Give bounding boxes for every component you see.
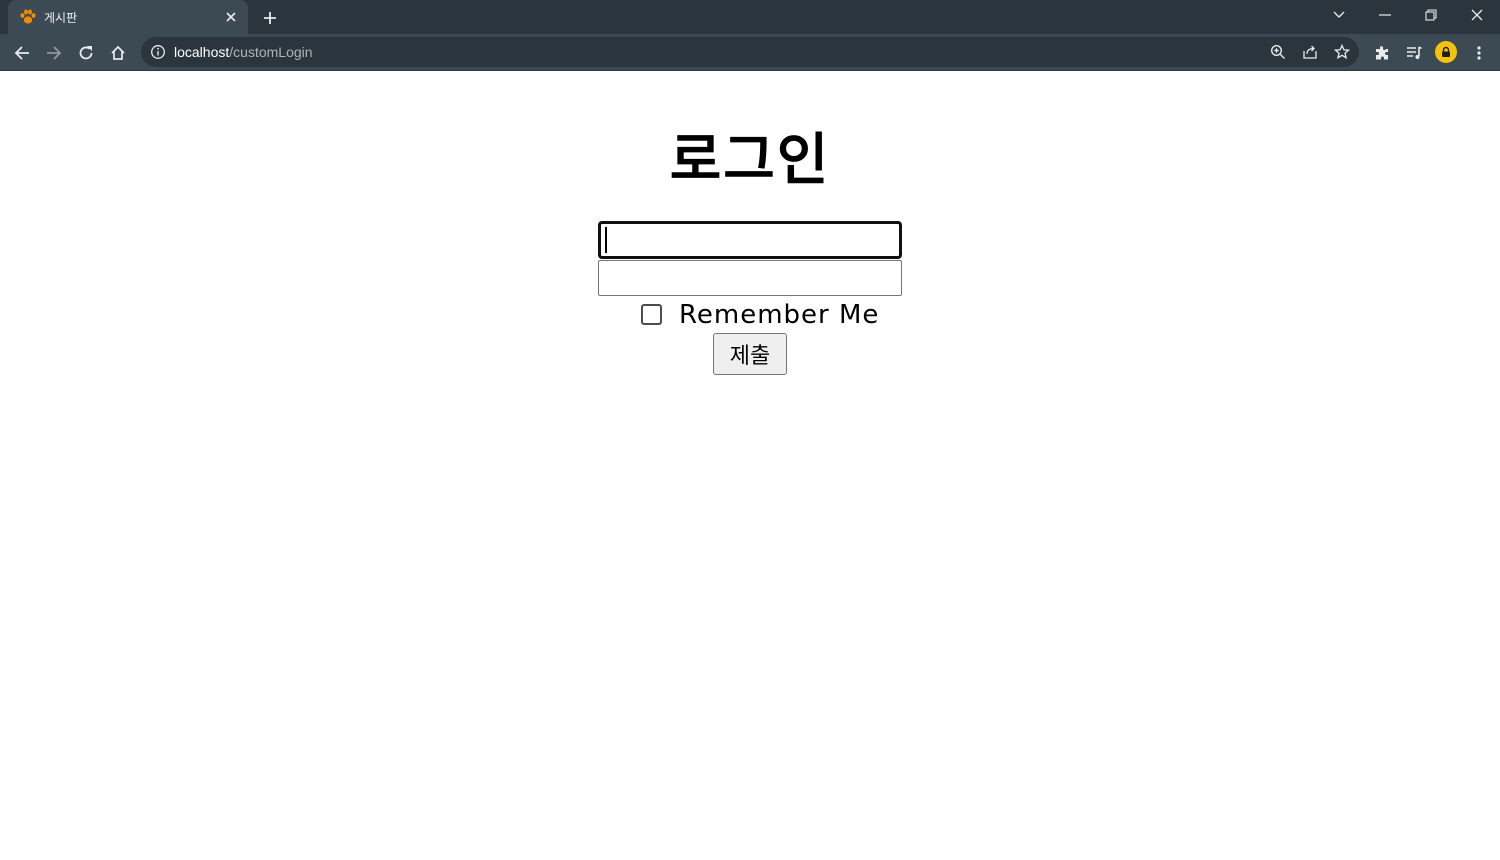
minimize-icon[interactable]	[1362, 0, 1408, 30]
address-bar[interactable]: localhost/customLogin	[141, 37, 1359, 67]
username-input[interactable]	[598, 221, 902, 259]
profile-avatar[interactable]	[1435, 41, 1457, 63]
page-title: 로그인	[669, 128, 831, 193]
home-icon[interactable]	[104, 39, 132, 67]
browser-tab[interactable]: 게시판	[8, 0, 248, 34]
close-icon[interactable]	[222, 8, 240, 26]
tab-title: 게시판	[44, 11, 78, 25]
page-content: 로그인 Remember Me 제출	[0, 71, 1500, 860]
menu-kebab-icon[interactable]	[1465, 39, 1493, 67]
tab-search-icon[interactable]	[1316, 0, 1362, 30]
browser-toolbar: localhost/customLogin	[0, 34, 1500, 71]
remember-me-row: Remember Me	[0, 300, 1500, 332]
share-icon[interactable]	[1302, 44, 1318, 60]
url-path: /customLogin	[229, 44, 313, 60]
url-text: localhost/customLogin	[174, 44, 313, 60]
text-caret	[605, 227, 607, 253]
bookmark-star-icon[interactable]	[1333, 43, 1351, 60]
submit-button[interactable]: 제출	[713, 333, 787, 375]
reload-icon[interactable]	[72, 39, 100, 67]
remember-me-checkbox[interactable]	[641, 304, 662, 325]
password-input[interactable]	[598, 260, 902, 296]
url-host: localhost	[174, 44, 230, 60]
window-close-icon[interactable]	[1454, 0, 1500, 30]
back-icon[interactable]	[8, 39, 36, 67]
paw-icon	[19, 8, 37, 26]
forward-icon[interactable]	[40, 39, 68, 67]
tab-strip: 게시판	[0, 0, 1500, 34]
remember-me-label[interactable]: Remember Me	[679, 300, 879, 330]
extensions-icon[interactable]	[1368, 39, 1396, 67]
new-tab-icon[interactable]	[259, 7, 281, 29]
media-control-icon[interactable]	[1400, 39, 1428, 67]
restore-icon[interactable]	[1408, 0, 1454, 30]
info-icon[interactable]	[150, 44, 166, 60]
zoom-icon[interactable]	[1270, 44, 1286, 60]
